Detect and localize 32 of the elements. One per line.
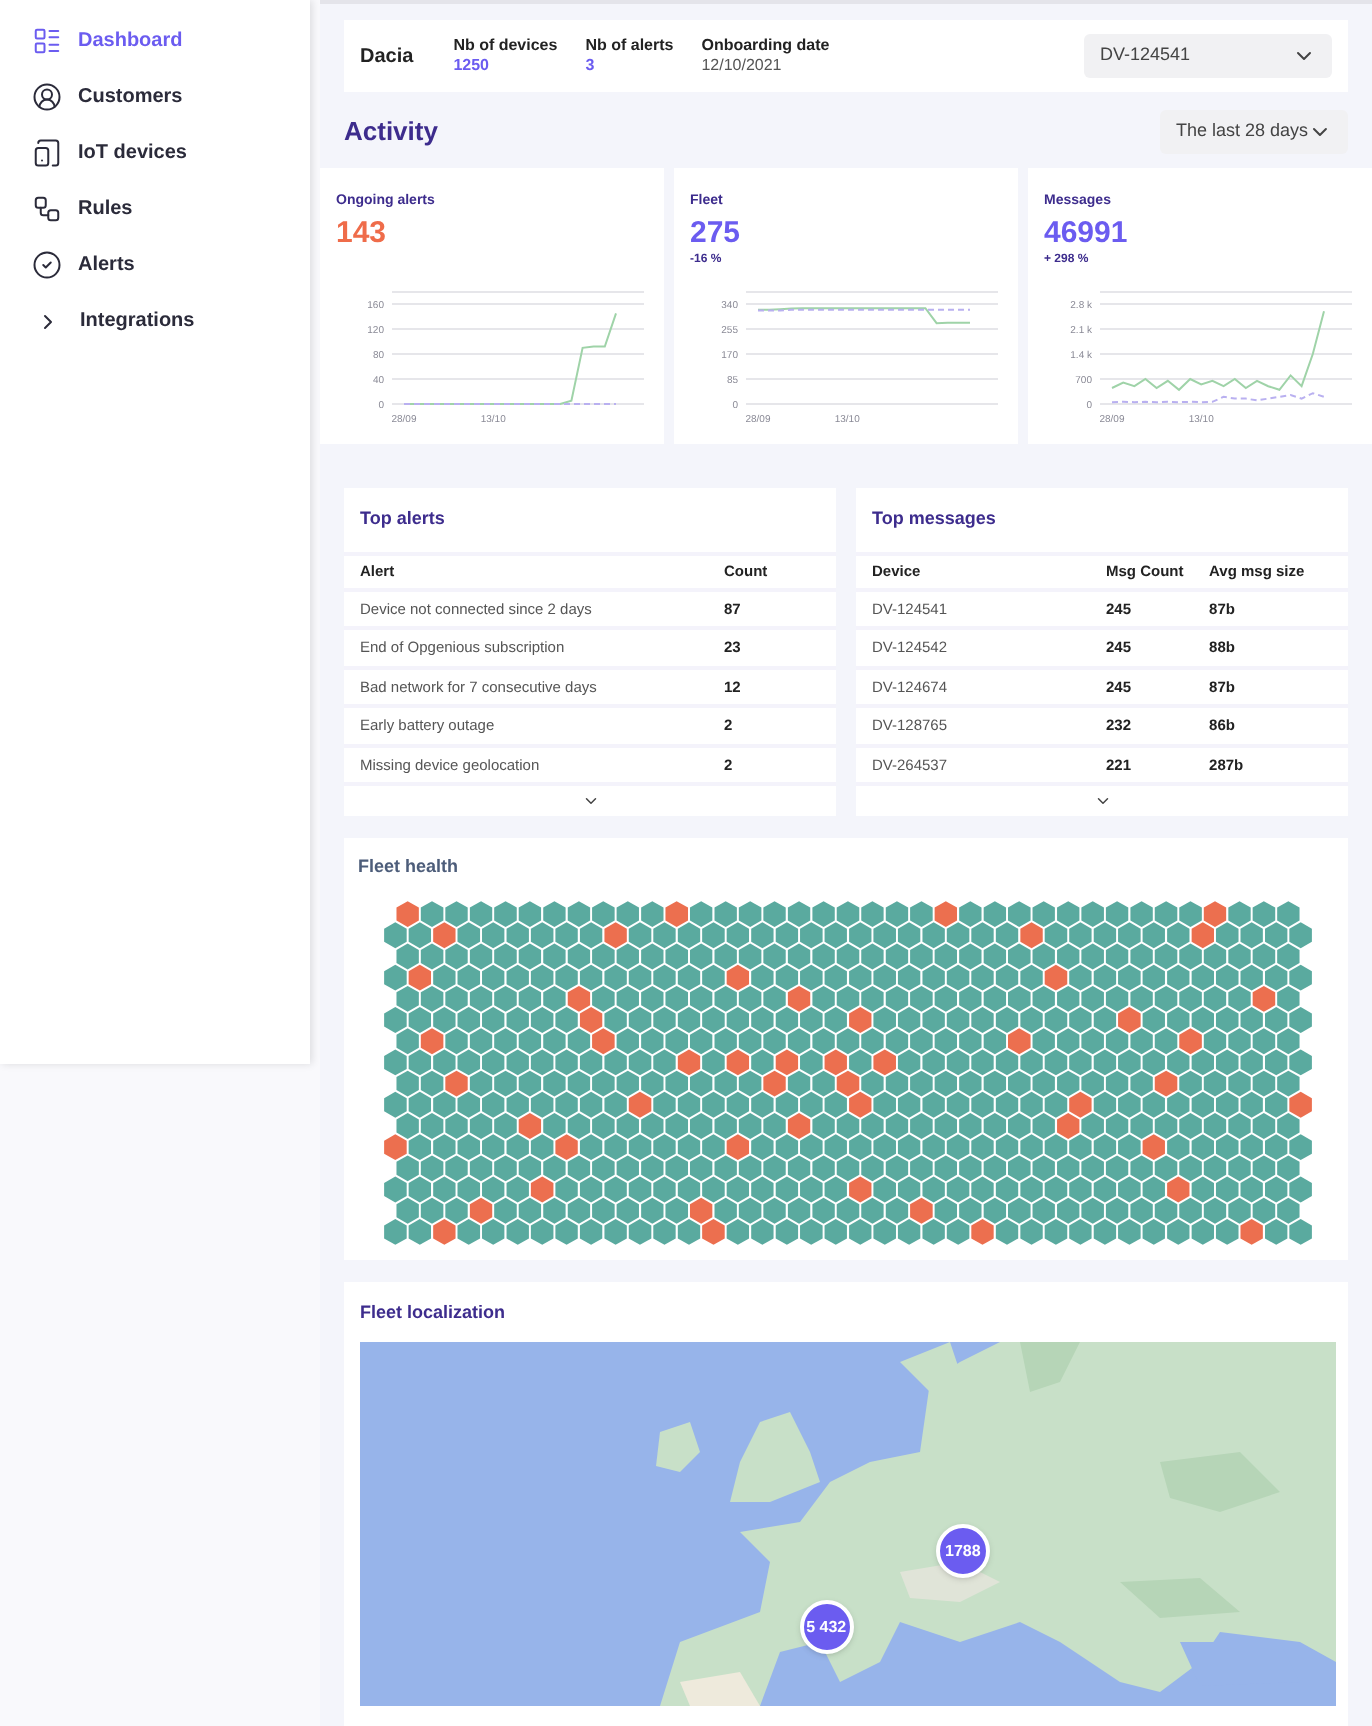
card-title: Fleet localization [360,1299,508,1325]
chevron-down-icon [1093,792,1111,810]
stat-value: 46991 [1044,215,1130,251]
workflow-icon [32,194,62,224]
fact-value: 3 [585,56,597,76]
fact-label: Nb of alerts [585,36,674,56]
stat-value: 143 [336,215,389,251]
check-circle-icon [32,250,62,280]
period-select[interactable]: The last 28 days [1160,110,1348,154]
chevron-down-icon [581,792,599,810]
device-icon [32,138,62,168]
fact-value: 1250 [453,56,491,76]
card-title: Top messages [870,506,998,532]
sidebar-item[interactable]: IoT devices [32,136,278,170]
list-icon [32,26,62,56]
card-title: Top alerts [358,506,447,532]
section-title: Activity [344,114,438,151]
stat-value: 275 [690,215,743,251]
fact-label: Onboarding date [701,36,830,56]
customer-name: Dacia [360,43,414,71]
expand-button[interactable] [581,792,599,810]
sidebar-item[interactable]: Integrations [32,304,278,338]
user-icon [32,82,62,112]
device-select[interactable]: DV-124541 [1084,34,1332,78]
sidebar-item[interactable]: Rules [32,192,278,226]
card-title: Fleet health [358,854,461,880]
sidebar-item[interactable]: Customers [32,80,278,114]
fact-value: 12/10/2021 [701,56,784,76]
expand-button[interactable] [1093,792,1111,810]
fact-label: Nb of devices [453,36,558,56]
sidebar-item[interactable]: Dashboard [32,24,278,58]
sidebar-item[interactable]: Alerts [32,248,278,282]
